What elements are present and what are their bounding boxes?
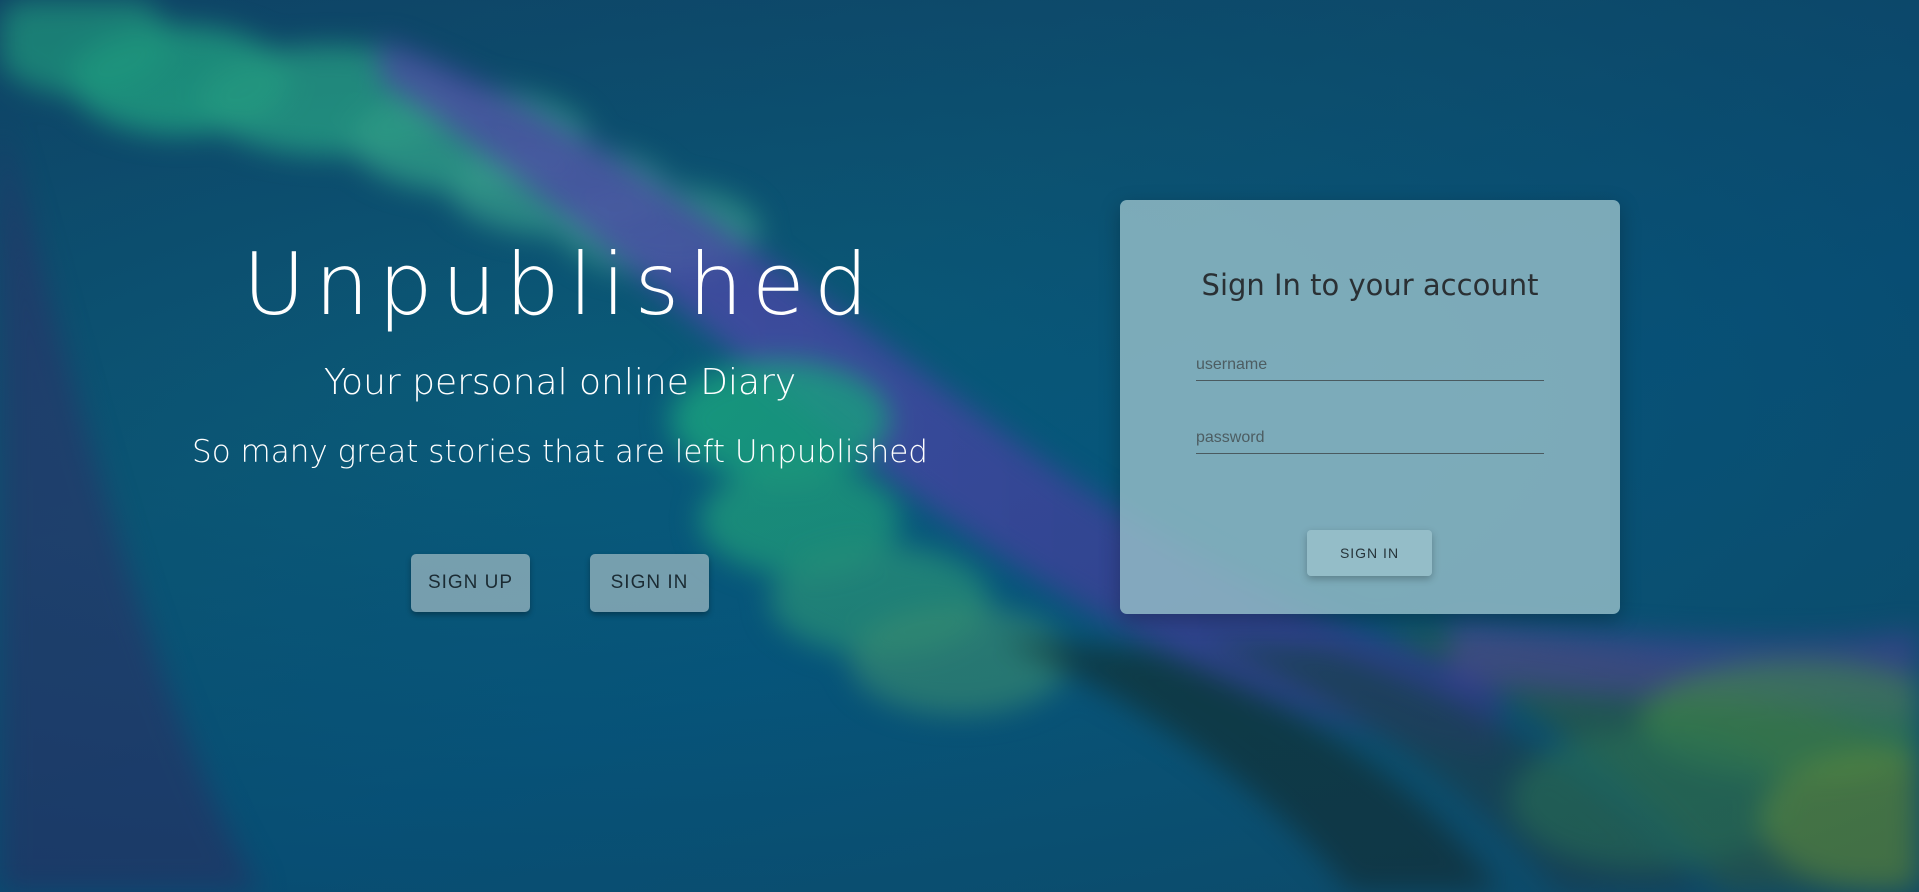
site-tagline: So many great stories that are left Unpu… (192, 434, 928, 470)
landing-page: Unpublished Your personal online Diary S… (0, 0, 1919, 892)
sign-in-card-title: Sign In to your account (1201, 268, 1539, 302)
sign-in-card: Sign In to your account SIGN IN (1120, 200, 1620, 614)
hero-section: Unpublished Your personal online Diary S… (120, 230, 1000, 612)
site-subtitle: Your personal online Diary (323, 362, 797, 403)
sign-in-submit-button[interactable]: SIGN IN (1307, 530, 1432, 576)
hero-button-group: SIGN UP SIGN IN (120, 554, 1000, 612)
username-field[interactable] (1196, 352, 1544, 381)
password-field[interactable] (1196, 425, 1544, 454)
sign-up-button[interactable]: SIGN UP (411, 554, 530, 612)
site-title: Unpublished (242, 235, 878, 335)
sign-in-button[interactable]: SIGN IN (590, 554, 709, 612)
